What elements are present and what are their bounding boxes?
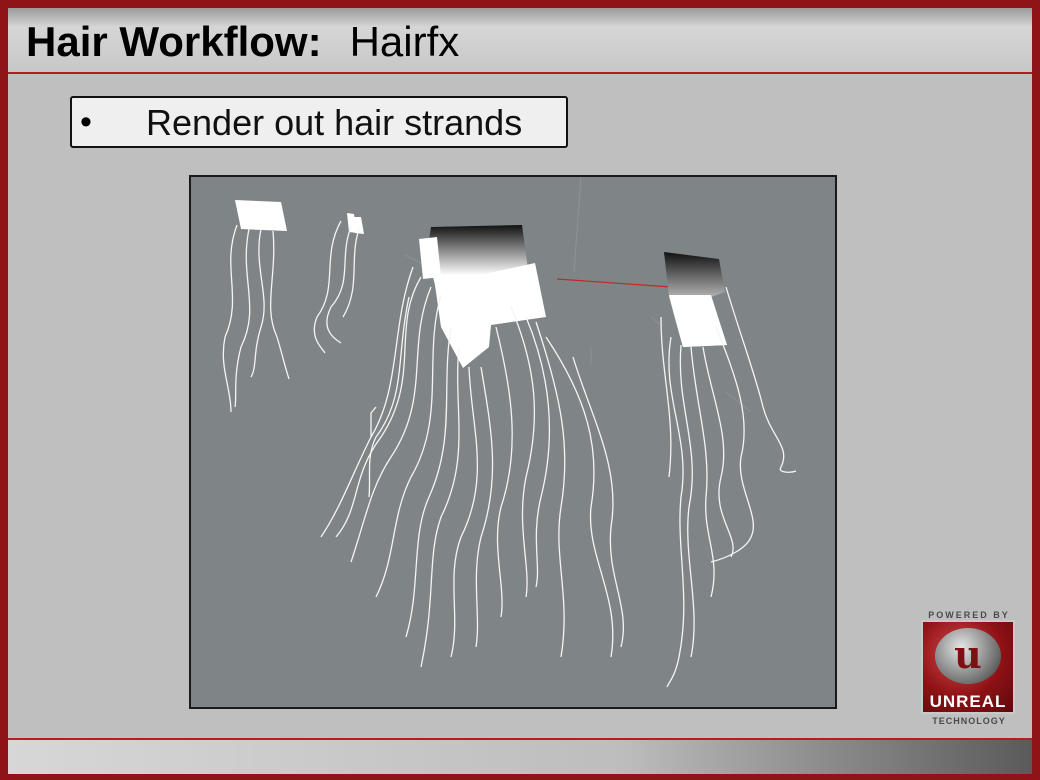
logo-badge: u UNREAL [921, 620, 1015, 714]
title-sub: Hairfx [349, 18, 460, 65]
slide-footer [8, 738, 1032, 774]
logo-tech-text: TECHNOLOGY [932, 716, 1006, 726]
logo-circle: u [935, 628, 1001, 684]
bullet-dot: • [80, 103, 92, 141]
red-guide-line [556, 278, 672, 288]
bullet-text: Render out hair strands [146, 102, 523, 143]
logo-word: UNREAL [929, 692, 1007, 711]
logo-letter: u [954, 632, 982, 677]
logo-powered-text: POWERED BY [928, 610, 1010, 620]
unreal-logo: POWERED BY u UNREAL TECHNOLOGY [919, 610, 1019, 730]
slide-title: Hair Workflow: Hairfx [26, 18, 459, 66]
title-main: Hair Workflow: [26, 18, 322, 65]
bullet-box: • Render out hair strands [70, 96, 568, 148]
hair-cards [235, 200, 727, 368]
hair-strands-render [222, 177, 797, 688]
slide-header: Hair Workflow: Hairfx [8, 8, 1032, 74]
hair-render-viewport [189, 175, 837, 709]
